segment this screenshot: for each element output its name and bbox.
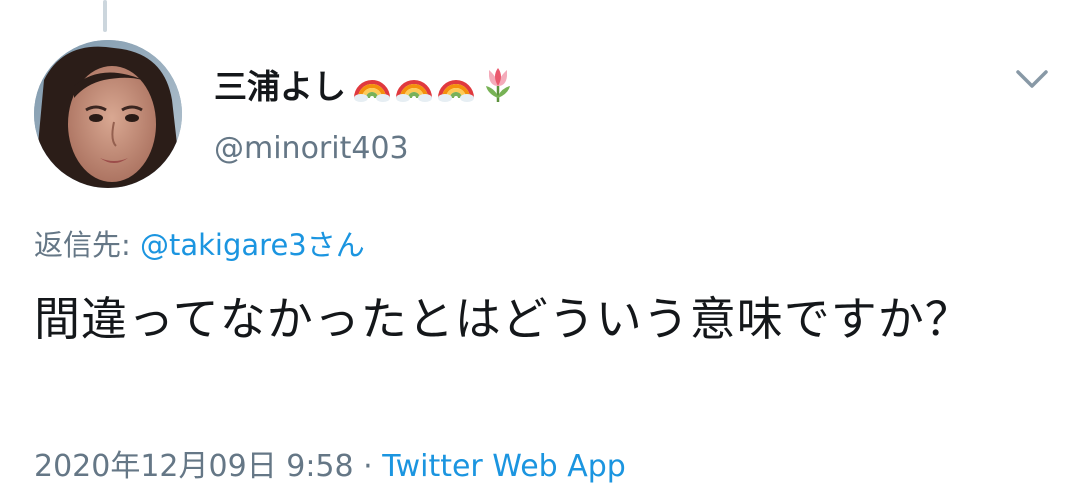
tulip-icon: [486, 68, 510, 102]
reply-mention-link[interactable]: @takigare3さん: [140, 228, 365, 262]
avatar-image: [34, 40, 182, 188]
avatar[interactable]: [34, 40, 182, 188]
meta-separator: ·: [353, 449, 383, 484]
author-handle[interactable]: @minorit403: [214, 131, 409, 166]
reply-prefix: 返信先:: [34, 228, 140, 262]
reply-context: 返信先: @takigare3さん: [34, 222, 365, 264]
rainbow-icon: [354, 80, 390, 102]
display-name-text: 三浦よし: [214, 67, 346, 106]
author-display-name[interactable]: 三浦よし: [214, 60, 518, 108]
thread-connector-line: [103, 0, 107, 32]
chevron-down-icon[interactable]: [1012, 64, 1052, 96]
tweet-body-text: 間違ってなかったとはどういう意味ですか？: [34, 292, 972, 346]
tweet-timestamp[interactable]: 2020年12月09日 9:58: [34, 449, 354, 484]
rainbow-icon: [438, 80, 474, 102]
tweet-source-link[interactable]: Twitter Web App: [382, 449, 626, 484]
tweet-metadata: 2020年12月09日 9:58 · Twitter Web App: [34, 441, 626, 485]
rainbow-icon: [396, 80, 432, 102]
